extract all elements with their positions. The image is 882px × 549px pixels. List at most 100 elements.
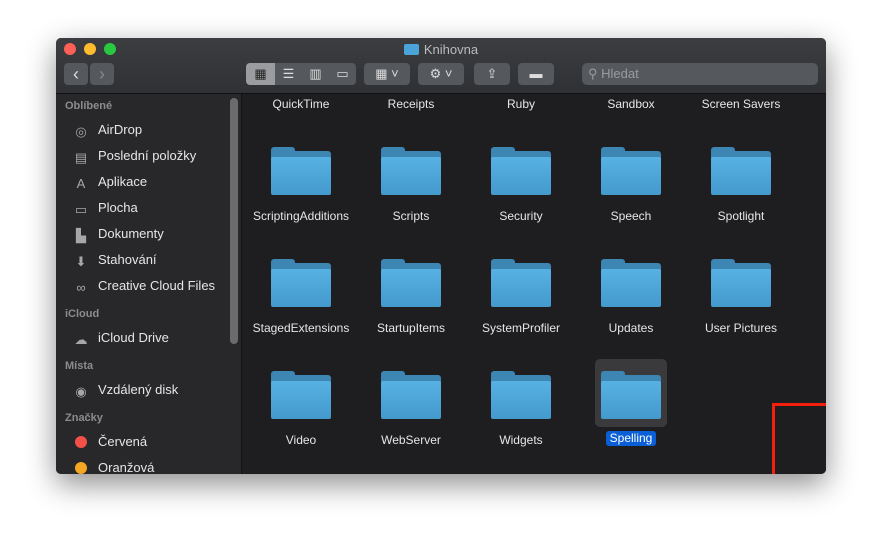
sidebar-item-label: Stahování [98, 252, 157, 267]
group-button[interactable]: ▦ ˅ [364, 63, 410, 85]
folder-item[interactable]: Receipts [356, 97, 466, 112]
folder-label: Speech [610, 209, 652, 223]
folder-item[interactable]: Sandbox [576, 97, 686, 112]
sidebar-scrollbar[interactable] [230, 98, 238, 344]
folder-item[interactable]: QuickTime [246, 97, 356, 112]
folder-label: User Pictures [704, 321, 778, 335]
sidebar-item-label: Oranžová [98, 460, 155, 474]
toolbar: Knihovna ‹ › ▦ ☰ ▥ ▭ ▦ ˅ ⚙ ˅ ⇪ ▬ ⚲ Hleda… [56, 38, 826, 94]
folder-label: Ruby [506, 97, 535, 111]
sidebar-item[interactable]: A Aplikace [73, 172, 147, 192]
folder-icon [601, 147, 661, 195]
sidebar-item[interactable]: ☁ iCloud Drive [73, 328, 169, 348]
folder-icon [711, 147, 771, 195]
column-view-button[interactable]: ▥ [302, 63, 329, 85]
folder-label: Scripts [392, 209, 430, 223]
sidebar-item[interactable]: Červená [73, 432, 147, 452]
folder-item[interactable]: Spotlight [686, 147, 796, 224]
folder-icon [711, 259, 771, 307]
icon-view-button[interactable]: ▦ [246, 63, 275, 85]
folder-item[interactable]: Video [246, 371, 356, 448]
folder-item[interactable]: Widgets [466, 371, 576, 448]
sidebar-item[interactable]: ▭ Plocha [73, 198, 138, 218]
folder-item[interactable]: Spelling [576, 359, 686, 447]
folder-icon [381, 147, 441, 195]
folder-label: Updates [608, 321, 654, 335]
library-folder-icon [403, 44, 419, 55]
gallery-view-button[interactable]: ▭ [329, 63, 356, 85]
desktop-icon: ▭ [74, 202, 88, 217]
folder-item[interactable]: Speech [576, 147, 686, 224]
folder-label: ScriptingAdditions [252, 209, 350, 223]
search-input[interactable]: ⚲ Hledat [582, 63, 818, 85]
sidebar-item-label: Plocha [98, 200, 138, 215]
sidebar-item[interactable]: ◉ Vzdálený disk [73, 380, 178, 400]
cloud-icon: ☁ [74, 332, 88, 347]
sidebar-item[interactable]: Oranžová [73, 458, 154, 474]
folder-icon [601, 259, 661, 307]
creative-cloud-icon: ∞ [76, 280, 86, 295]
forward-button[interactable]: › [90, 63, 114, 85]
sidebar-item[interactable]: ◎ AirDrop [73, 120, 142, 140]
folder-item[interactable]: SystemProfiler [466, 259, 576, 336]
folder-item[interactable]: Security [466, 147, 576, 224]
list-view-button[interactable]: ☰ [275, 63, 302, 85]
sidebar-section-header: iCloud [65, 308, 100, 320]
folder-item[interactable]: StagedExtensions [246, 259, 356, 336]
sidebar-item-label: Vzdálený disk [98, 382, 179, 397]
folder-icon [381, 259, 441, 307]
folder-label: Video [285, 433, 317, 447]
applications-icon: A [76, 176, 86, 191]
sidebar: Oblíbené ◎ AirDrop ▤ Poslední položky A Aplika… [56, 94, 242, 474]
sidebar-section-header: Oblíbené [65, 100, 113, 112]
folder-label: SystemProfiler [481, 321, 561, 335]
share-button[interactable]: ⇪ [474, 63, 510, 85]
folder-icon [271, 259, 331, 307]
folder-item[interactable]: StartupItems [356, 259, 466, 336]
tag-color-icon [75, 462, 87, 474]
folder-icon [601, 371, 661, 419]
tag-button[interactable]: ▬ [518, 63, 554, 85]
tag-color-icon [75, 436, 87, 448]
sidebar-section-header: Místa [65, 360, 94, 372]
sidebar-item-label: Dokumenty [98, 226, 164, 241]
folder-item[interactable]: Scripts [356, 147, 466, 224]
file-grid: QuickTime Receipts Ruby Sandbox Screen Saver… [242, 94, 826, 474]
sidebar-item[interactable]: ▙ Dokumenty [73, 224, 164, 244]
red-highlight-box [772, 403, 826, 474]
folder-icon [491, 259, 551, 307]
folder-label: Receipts [387, 97, 435, 111]
folder-item[interactable]: ScriptingAdditions [246, 147, 356, 224]
folder-label: StagedExtensions [252, 321, 350, 335]
sidebar-item-label: Červená [98, 434, 148, 449]
sidebar-item-label: AirDrop [98, 122, 143, 137]
sidebar-item-label: Creative Cloud Files [98, 278, 216, 293]
disc-icon: ◉ [75, 384, 87, 399]
sidebar-item[interactable]: ▤ Poslední položky [73, 146, 196, 166]
finder-window: Knihovna ‹ › ▦ ☰ ▥ ▭ ▦ ˅ ⚙ ˅ ⇪ ▬ ⚲ Hleda… [56, 38, 826, 474]
folder-label: QuickTime [272, 97, 330, 111]
folder-label: WebServer [381, 433, 441, 447]
action-gear-button[interactable]: ⚙ ˅ [418, 63, 464, 85]
folder-item[interactable]: Updates [576, 259, 686, 336]
recents-icon: ▤ [74, 150, 88, 165]
folder-item[interactable]: Screen Savers [686, 97, 796, 112]
folder-icon [491, 147, 551, 195]
folder-label: Sandbox [607, 97, 655, 111]
folder-item[interactable]: Ruby [466, 97, 576, 112]
sidebar-item[interactable]: ⬇ Stahování [73, 250, 157, 270]
folder-item[interactable]: User Pictures [686, 259, 796, 336]
folder-icon [271, 371, 331, 419]
folder-label: StartupItems [376, 321, 446, 335]
sidebar-item[interactable]: ∞ Creative Cloud Files [73, 276, 215, 296]
documents-icon: ▙ [76, 228, 86, 243]
sidebar-item-label: iCloud Drive [98, 330, 169, 345]
downloads-icon: ⬇ [75, 254, 87, 269]
sidebar-item-label: Poslední položky [98, 148, 197, 163]
folder-item[interactable]: WebServer [356, 371, 466, 448]
back-button[interactable]: ‹ [64, 63, 88, 85]
folder-icon [491, 371, 551, 419]
airdrop-icon: ◎ [75, 124, 87, 139]
window-title-text: Knihovna [423, 42, 479, 57]
folder-icon [381, 371, 441, 419]
